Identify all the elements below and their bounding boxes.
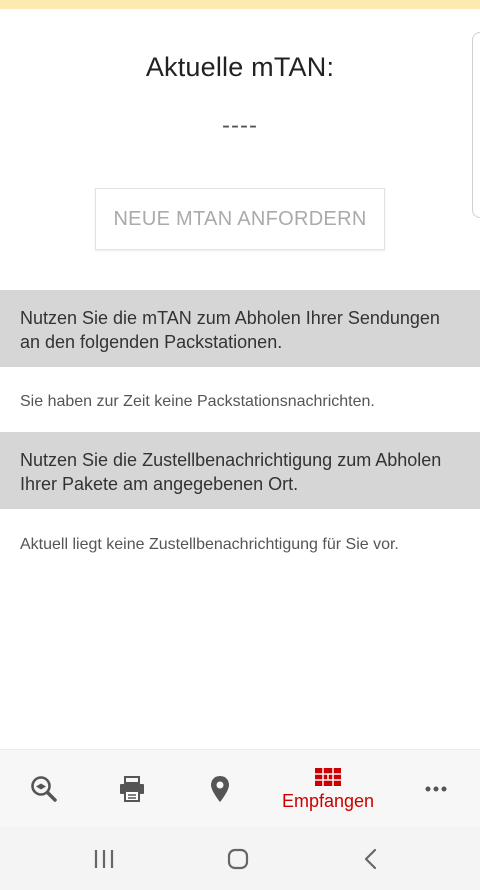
recent-apps-icon: [94, 849, 114, 868]
status-bar-strip: [0, 0, 480, 9]
nav-item-more[interactable]: [396, 750, 476, 828]
printer-icon: [120, 776, 144, 802]
nav-item-empfangen[interactable]: Empfangen: [268, 750, 388, 828]
more-icon: [425, 786, 447, 792]
nav-item-print[interactable]: [92, 750, 172, 828]
home-button[interactable]: [198, 827, 278, 890]
location-pin-icon: [211, 776, 229, 802]
recent-apps-button[interactable]: [64, 827, 144, 890]
mtan-value: ----: [222, 112, 258, 139]
packstation-icon: [315, 767, 341, 786]
back-icon: [364, 848, 377, 869]
notification-info-text: Aktuell liegt keine Zustellbenachrichtig…: [20, 536, 399, 553]
notification-section-header: Nutzen Sie die Zustellbenachrichtigung z…: [0, 432, 480, 509]
nav-label-empfangen: Empfangen: [281, 790, 375, 811]
packstation-section-header: Nutzen Sie die mTAN zum Abholen Ihrer Se…: [0, 290, 480, 367]
back-button[interactable]: [332, 827, 412, 890]
system-navigation-bar: [0, 827, 480, 890]
home-icon: [227, 848, 249, 869]
page-title: Aktuelle mTAN:: [145, 52, 335, 82]
nav-item-tracking[interactable]: [4, 750, 84, 828]
search-tracking-icon: [31, 776, 57, 802]
request-mtan-button[interactable]: NEUE MTAN ANFORDERN: [95, 188, 385, 250]
nav-item-locations[interactable]: [180, 750, 260, 828]
bottom-navigation: Empfangen: [0, 749, 480, 827]
packstation-info-text: Sie haben zur Zeit keine Packstationsnac…: [20, 393, 375, 410]
